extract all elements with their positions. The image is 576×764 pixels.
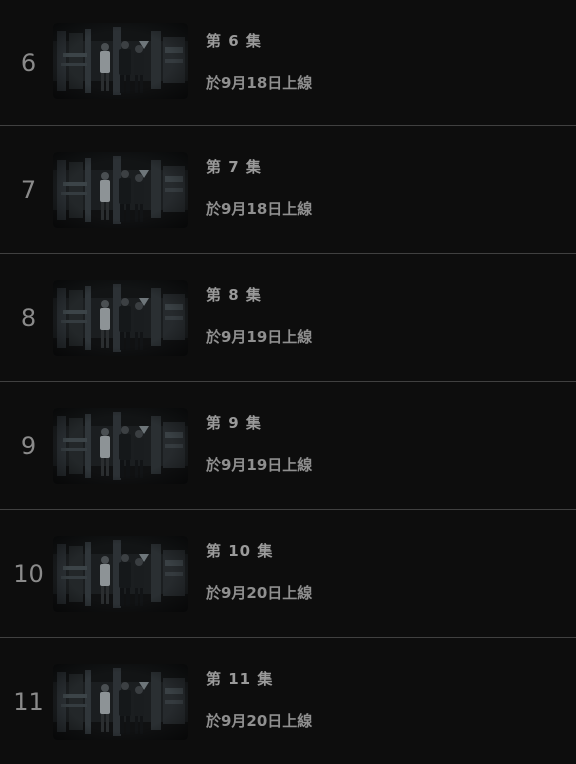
episode-still-thumbnail-icon [53,536,188,612]
episode-thumbnail[interactable] [53,152,188,228]
episode-row[interactable]: 8 第 8 集 於9月19日上線 [0,254,576,382]
episode-thumbnail[interactable] [53,664,188,740]
episode-thumbnail[interactable] [53,536,188,612]
episode-release-date: 於9月19日上線 [206,328,313,346]
episode-row[interactable]: 11 第 11 集 於9月20日上線 [0,638,576,764]
episode-number: 8 [20,303,37,332]
episode-still-thumbnail-icon [53,152,188,228]
episode-release-date: 於9月20日上線 [206,584,313,602]
episode-number: 10 [13,559,44,588]
episode-still-thumbnail-icon [53,664,188,740]
episode-release-date: 於9月19日上線 [206,456,313,474]
episode-title: 第 7 集 [206,158,262,176]
episode-row[interactable]: 7 第 7 集 於9月18日上線 [0,126,576,254]
episode-release-date: 於9月20日上線 [206,712,313,730]
episode-number: 7 [20,175,37,204]
episode-thumbnail[interactable] [53,408,188,484]
episode-thumbnail[interactable] [53,23,188,99]
episode-still-thumbnail-icon [53,280,188,356]
episode-thumbnail[interactable] [53,280,188,356]
episode-row[interactable]: 6 第 6 集 於9月18日上線 [0,0,576,126]
episode-number: 9 [20,431,37,460]
episode-release-date: 於9月18日上線 [206,74,313,92]
episode-row[interactable]: 9 第 9 集 於9月19日上線 [0,382,576,510]
episode-title: 第 11 集 [206,670,274,688]
episode-title: 第 6 集 [206,32,262,50]
episode-row[interactable]: 10 第 10 集 於9月20日上線 [0,510,576,638]
episode-number: 11 [13,688,44,716]
episode-title: 第 9 集 [206,414,262,432]
episode-still-thumbnail-icon [53,23,188,99]
episode-number: 6 [20,48,37,77]
episode-list: 6 第 6 集 於9月18日上線 7 第 7 集 於9月18日上線 8 第 8 … [0,0,576,764]
episode-title: 第 10 集 [206,542,274,560]
episode-title: 第 8 集 [206,286,262,304]
episode-still-thumbnail-icon [53,408,188,484]
episode-release-date: 於9月18日上線 [206,200,313,218]
